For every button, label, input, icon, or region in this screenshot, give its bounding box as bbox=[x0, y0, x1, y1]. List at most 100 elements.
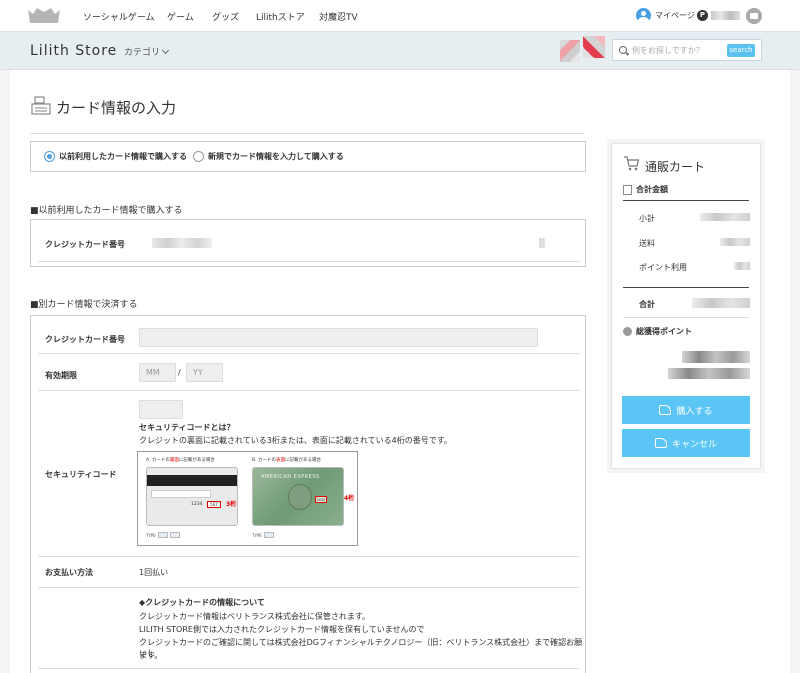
mypage-link[interactable]: マイページ bbox=[636, 8, 695, 23]
category-label: カテゴリ bbox=[124, 48, 161, 58]
top-navigation: ソーシャルゲーム ゲーム グッズ Lilithストア 対魔忍TV マイページ P bbox=[0, 0, 800, 32]
card-caption-back: A. カードの裏面に記載がある場合 bbox=[146, 458, 215, 463]
radio-indicator bbox=[193, 151, 204, 162]
expiry-month-select[interactable]: MM bbox=[139, 363, 176, 382]
nav-link-games[interactable]: ゲーム bbox=[167, 10, 194, 23]
nav-link-social-games[interactable]: ソーシャルゲーム bbox=[83, 10, 155, 23]
signature-panel bbox=[151, 490, 211, 498]
radio-label: 新規でカード情報を入力して購入する bbox=[208, 152, 344, 161]
category-dropdown[interactable]: カテゴリ bbox=[124, 45, 170, 58]
expiry-year-placeholder: YY bbox=[193, 368, 203, 377]
summary-divider bbox=[623, 287, 749, 288]
cancel-button[interactable]: キャンセル bbox=[622, 429, 750, 457]
type-label: TYPE bbox=[252, 532, 262, 538]
hand-coin-icon bbox=[659, 405, 672, 415]
cvv-sample: 567 bbox=[207, 501, 221, 508]
security-code-illustration: A. カードの裏面に記載がある場合 B. カードの表面に記載がある場合 1234… bbox=[137, 451, 358, 546]
points-heading: 総獲得ポイント bbox=[623, 326, 692, 337]
four-digit-label: 4桁 bbox=[344, 495, 355, 502]
shipping-value-redacted bbox=[720, 238, 750, 246]
security-code-description: クレジットの裏面に記載されている3桁または、表面に記載されている4桁の番号です。 bbox=[139, 436, 452, 445]
security-code-label: セキュリティコード bbox=[45, 470, 117, 479]
points-value-redacted bbox=[711, 11, 740, 20]
cart-summary: 通販カート 合計金額 小計 送料 ポイント利用 合計 総獲得ポイント 購入する … bbox=[611, 143, 761, 469]
earned-points-note-redacted bbox=[668, 368, 750, 379]
card-back-image: 1234 567 bbox=[146, 467, 238, 526]
total-heading: 合計金額 bbox=[623, 184, 668, 195]
radio-use-new-card[interactable]: 新規でカード情報を入力して購入する bbox=[193, 151, 344, 162]
card-info-line: クレジットカード情報はベリトランス株式会社に保管されます。 bbox=[139, 612, 371, 621]
radio-selected-indicator bbox=[44, 151, 55, 162]
saved-card-number-label: クレジットカード番号 bbox=[45, 240, 125, 249]
chat-icon[interactable] bbox=[746, 8, 762, 24]
expiry-year-select[interactable]: YY bbox=[186, 363, 223, 382]
magnetic-strip bbox=[147, 475, 237, 486]
centurion-face-icon bbox=[288, 484, 312, 510]
card-caption-front: B. カードの表面に記載がある場合 bbox=[252, 458, 321, 463]
card-info-line: クレジットカードのご確認に関しては株式会社DGフィナンシャルテクノロジー（旧：ベ… bbox=[139, 638, 583, 658]
expiry-month-placeholder: MM bbox=[146, 368, 160, 377]
cash-register-icon bbox=[31, 96, 51, 115]
points-circle-icon bbox=[623, 327, 632, 336]
purchase-button[interactable]: 購入する bbox=[622, 396, 750, 424]
user-avatar-icon bbox=[636, 8, 651, 23]
shopping-cart-icon bbox=[624, 156, 640, 171]
search-input[interactable] bbox=[632, 43, 732, 57]
earned-points-redacted bbox=[682, 351, 750, 363]
subtotal-label: 小計 bbox=[639, 214, 655, 223]
card-brands-b: TYPE bbox=[252, 532, 274, 538]
cart-title: 通販カート bbox=[645, 160, 706, 174]
type-label: TYPE bbox=[146, 532, 156, 538]
nav-link-goods[interactable]: グッズ bbox=[212, 10, 239, 23]
mypage-label: マイページ bbox=[655, 11, 695, 20]
jcb-logo-icon bbox=[157, 532, 168, 538]
row-divider bbox=[38, 587, 580, 588]
card-info-title: ◆クレジットカードの情報について bbox=[139, 598, 265, 607]
cart-badge-redacted[interactable] bbox=[560, 40, 580, 62]
payment-method-label: お支払い方法 bbox=[45, 568, 93, 577]
security-code-input[interactable] bbox=[139, 400, 183, 419]
subtotal-value-redacted bbox=[700, 213, 750, 221]
chevron-down-icon bbox=[161, 46, 170, 55]
total-value-redacted bbox=[692, 298, 750, 308]
summary-divider bbox=[623, 200, 749, 201]
lilith-logo-icon[interactable] bbox=[27, 6, 61, 26]
page-title: カード情報の入力 bbox=[56, 99, 177, 117]
saved-card-box: クレジットカード番号 bbox=[30, 219, 586, 267]
payment-method-value: 1回払い bbox=[139, 568, 169, 577]
search-button[interactable]: search bbox=[727, 44, 755, 57]
row-divider bbox=[38, 390, 580, 391]
points-used-label: ポイント利用 bbox=[639, 263, 687, 272]
title-divider bbox=[30, 133, 585, 134]
row-divider bbox=[38, 261, 580, 262]
security-code-title: セキュリティコードとは？ bbox=[139, 423, 235, 432]
new-card-number-label: クレジットカード番号 bbox=[45, 335, 125, 344]
card-info-line: LILITH STORE側では入力されたクレジットカード情報を保有していませんの… bbox=[139, 625, 425, 634]
radio-label: 以前利用したカード情報で購入する bbox=[59, 152, 187, 161]
card-info-line: ます。 bbox=[139, 651, 163, 660]
card-brands-a: TYPE bbox=[146, 532, 180, 538]
card-front-image: AMERICAN EXPRESS 2045 bbox=[252, 467, 344, 526]
cid-sample: 2045 bbox=[315, 496, 327, 503]
new-card-heading: ■別カード情報で決済する bbox=[30, 300, 138, 310]
nav-link-taimanin-tv[interactable]: 対魔忍TV bbox=[319, 10, 358, 23]
summary-divider bbox=[623, 317, 749, 318]
saved-card-heading: ■以前利用したカード情報で購入する bbox=[30, 206, 183, 216]
row-divider bbox=[38, 668, 580, 669]
three-digit-label: 3桁 bbox=[226, 501, 237, 508]
row-divider bbox=[38, 353, 580, 354]
expiry-separator: / bbox=[178, 368, 181, 377]
row-divider bbox=[38, 556, 580, 557]
receipt-icon bbox=[623, 184, 632, 195]
radio-use-saved-card[interactable]: 以前利用したカード情報で購入する bbox=[44, 151, 187, 162]
hand-coin-icon bbox=[654, 438, 667, 448]
amex-brand-text: AMERICAN EXPRESS bbox=[261, 474, 320, 480]
points-icon: P bbox=[697, 10, 708, 21]
nav-link-lilith-store[interactable]: Lilithストア bbox=[256, 10, 305, 23]
saved-card-expiry-redacted bbox=[539, 238, 545, 248]
store-title[interactable]: Lilith Store bbox=[30, 43, 117, 59]
notification-badge-redacted[interactable] bbox=[583, 36, 605, 58]
card-number-input[interactable] bbox=[139, 328, 538, 347]
card-back-number: 1234 bbox=[191, 502, 203, 507]
payment-choice-box: 以前利用したカード情報で購入する 新規でカード情報を入力して購入する bbox=[30, 141, 586, 172]
